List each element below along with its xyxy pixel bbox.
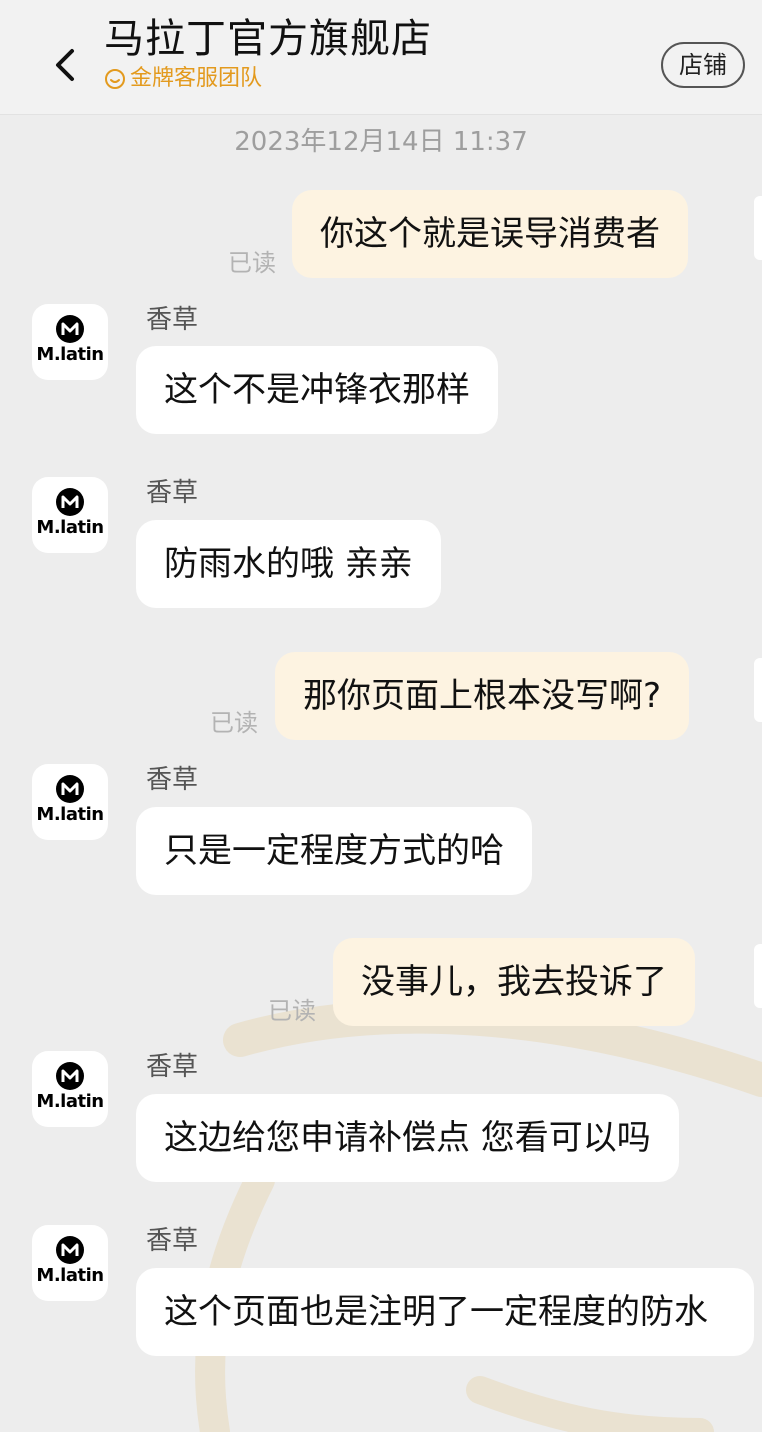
incoming-message-bubble[interactable]: 只是一定程度方式的哈 <box>136 807 532 895</box>
read-receipt: 已读 <box>268 997 316 1025</box>
outgoing-message-bubble[interactable]: 你这个就是误导消费者 <box>292 190 688 278</box>
self-avatar[interactable] <box>754 658 762 722</box>
self-avatar[interactable] <box>754 196 762 260</box>
sender-name: 香草 <box>146 765 199 795</box>
service-team-text: 金牌客服团队 <box>130 66 263 91</box>
avatar-brand-text: M.latin <box>36 1265 104 1286</box>
m-logo-icon <box>56 775 84 803</box>
sender-name: 香草 <box>146 478 199 508</box>
outgoing-message-bubble[interactable]: 没事儿，我去投诉了 <box>333 938 695 1026</box>
service-team-label: 金牌客服团队 <box>104 64 262 94</box>
sender-name: 香草 <box>146 305 199 335</box>
agent-avatar[interactable]: M.latin <box>32 1051 108 1127</box>
sender-name: 香草 <box>146 1052 199 1082</box>
avatar-brand-text: M.latin <box>36 1091 104 1112</box>
incoming-message-bubble[interactable]: 防雨水的哦 亲亲 <box>136 520 441 608</box>
avatar-brand-text: M.latin <box>36 804 104 825</box>
agent-avatar[interactable]: M.latin <box>32 764 108 840</box>
agent-avatar[interactable]: M.latin <box>32 477 108 553</box>
shop-button[interactable]: 店铺 <box>661 42 745 88</box>
incoming-message-bubble[interactable]: 这个不是冲锋衣那样 <box>136 346 498 434</box>
incoming-message-bubble[interactable]: 这边给您申请补偿点 您看可以吗 <box>136 1094 679 1182</box>
outgoing-message-bubble[interactable]: 那你页面上根本没写啊? <box>275 652 690 740</box>
agent-avatar[interactable]: M.latin <box>32 304 108 380</box>
m-logo-icon <box>56 1236 84 1264</box>
agent-avatar[interactable]: M.latin <box>32 1225 108 1301</box>
read-receipt: 已读 <box>210 709 258 737</box>
m-logo-icon <box>56 315 84 343</box>
m-logo-icon <box>56 488 84 516</box>
smile-icon <box>105 69 125 89</box>
store-title: 马拉丁官方旗舰店 <box>104 16 432 62</box>
avatar-brand-text: M.latin <box>36 517 104 538</box>
avatar-brand-text: M.latin <box>36 344 104 365</box>
read-receipt: 已读 <box>228 249 276 277</box>
self-avatar[interactable] <box>754 944 762 1008</box>
back-arrow-icon[interactable] <box>52 48 78 82</box>
m-logo-icon <box>56 1062 84 1090</box>
sender-name: 香草 <box>146 1226 199 1256</box>
chat-timestamp: 2023年12月14日 11:37 <box>234 127 528 157</box>
incoming-message-bubble[interactable]: 这个页面也是注明了一定程度的防水 <box>136 1268 754 1356</box>
chat-header: 马拉丁官方旗舰店 金牌客服团队 店铺 <box>0 0 762 115</box>
